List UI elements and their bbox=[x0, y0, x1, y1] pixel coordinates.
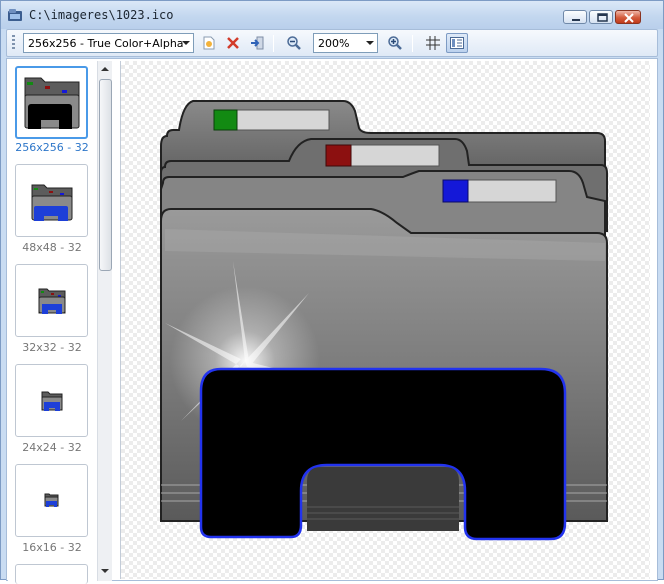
minimize-button[interactable] bbox=[563, 10, 587, 24]
toolbar-separator bbox=[412, 35, 413, 52]
folder-preview-image bbox=[160, 100, 608, 541]
maximize-icon bbox=[597, 13, 608, 22]
chevron-down-icon bbox=[182, 41, 190, 45]
window-title: C:\imageres\1023.ico bbox=[29, 8, 174, 22]
chevron-down-icon bbox=[366, 41, 374, 45]
thumbnail-label: 32x32 - 32 bbox=[22, 341, 82, 354]
thumbnail-list: 256x256 - 32 48x48 - 32 32x32 - 32 24x24… bbox=[8, 61, 100, 584]
zoom-select[interactable]: 200% bbox=[313, 33, 378, 53]
grid-toggle-button[interactable] bbox=[422, 33, 444, 53]
close-icon bbox=[624, 13, 634, 23]
thumbnail-24[interactable] bbox=[15, 364, 88, 437]
zoom-value: 200% bbox=[318, 37, 350, 50]
thumbnails-view-icon bbox=[450, 37, 464, 49]
export-button[interactable] bbox=[246, 33, 268, 53]
export-icon bbox=[251, 36, 264, 50]
thumbnail-label: 16x16 - 32 bbox=[22, 541, 82, 554]
thumbnail-label: 48x48 - 32 bbox=[22, 241, 82, 254]
close-button[interactable] bbox=[615, 10, 641, 24]
zoom-in-button[interactable] bbox=[384, 33, 406, 53]
folder-thumbnail-icon bbox=[38, 288, 66, 314]
grid-icon bbox=[426, 36, 440, 50]
minimize-icon bbox=[572, 19, 580, 21]
scroll-up-arrow-icon[interactable] bbox=[101, 67, 109, 71]
thumbnail-next[interactable] bbox=[15, 564, 88, 584]
zoom-in-icon bbox=[388, 36, 402, 50]
preview-canvas[interactable] bbox=[120, 61, 650, 579]
app-window: C:\imageres\1023.ico 256x256 - True Colo… bbox=[0, 0, 664, 584]
scrollbar-thumb[interactable] bbox=[99, 79, 112, 271]
toolbar-separator bbox=[273, 35, 274, 52]
delete-image-icon bbox=[227, 37, 239, 49]
title-bar[interactable]: C:\imageres\1023.ico bbox=[1, 1, 663, 29]
thumbnail-48[interactable] bbox=[15, 164, 88, 237]
thumbnail-scrollbar[interactable] bbox=[97, 61, 112, 581]
thumbnail-16[interactable] bbox=[15, 464, 88, 537]
maximize-button[interactable] bbox=[589, 10, 613, 24]
content-area: 256x256 - 32 48x48 - 32 32x32 - 32 24x24… bbox=[6, 58, 658, 584]
zoom-out-icon bbox=[287, 36, 301, 50]
folder-thumbnail-icon bbox=[31, 184, 73, 221]
image-format-value: 256x256 - True Color+Alpha bbox=[28, 37, 184, 50]
new-image-button[interactable] bbox=[198, 33, 220, 53]
folder-thumbnail-icon bbox=[44, 493, 59, 507]
new-image-icon bbox=[203, 36, 215, 50]
app-icon bbox=[8, 9, 22, 21]
delete-image-button[interactable] bbox=[222, 33, 244, 53]
thumbnail-label: 256x256 - 32 bbox=[15, 141, 89, 154]
folder-thumbnail-icon bbox=[24, 77, 80, 129]
scroll-down-arrow-icon[interactable] bbox=[101, 569, 109, 573]
toolbar: 256x256 - True Color+Alpha 200% bbox=[6, 29, 658, 57]
thumbnail-32[interactable] bbox=[15, 264, 88, 337]
toolbar-grip[interactable] bbox=[12, 35, 15, 51]
thumbnail-256[interactable] bbox=[15, 66, 88, 139]
thumbnails-view-button[interactable] bbox=[446, 33, 468, 53]
folder-thumbnail-icon bbox=[41, 391, 63, 411]
thumbnail-label: 24x24 - 32 bbox=[22, 441, 82, 454]
zoom-out-button[interactable] bbox=[283, 33, 305, 53]
image-format-select[interactable]: 256x256 - True Color+Alpha bbox=[23, 33, 194, 53]
